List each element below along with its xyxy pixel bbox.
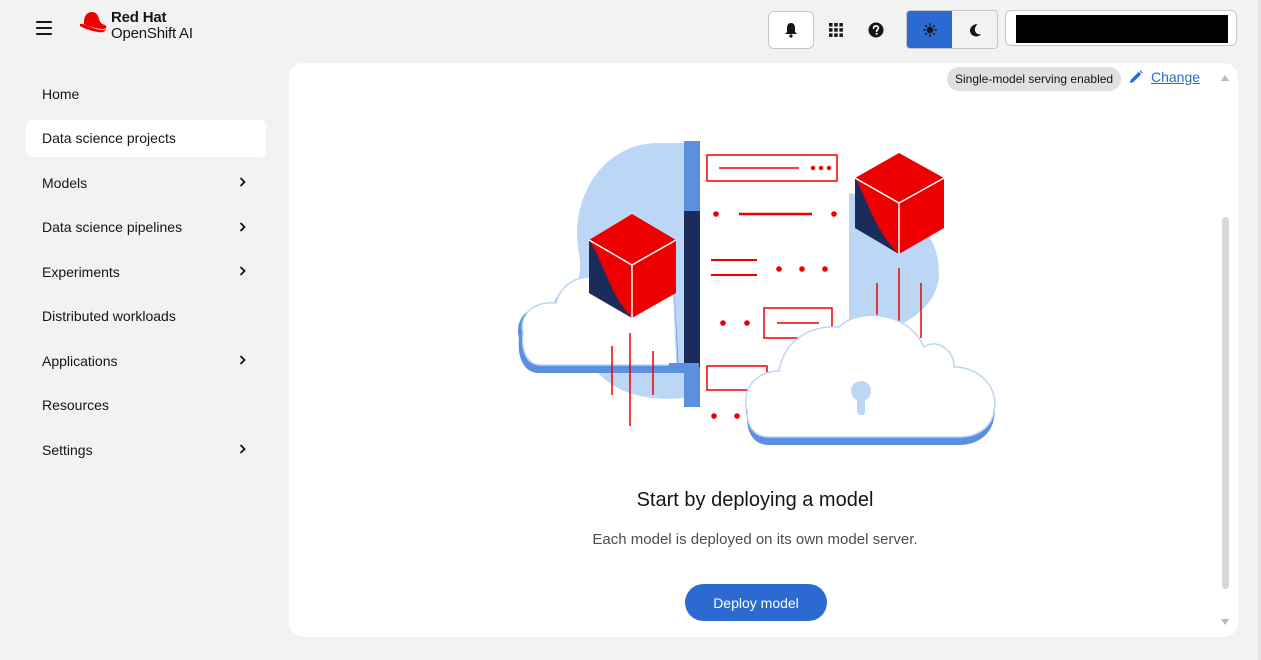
app-launcher-button[interactable] [814,12,858,48]
sidebar-item-data-science-projects[interactable]: Data science projects [26,119,266,157]
empty-state-title: Start by deploying a model [636,489,874,511]
header-toolbar [768,10,998,49]
empty-state-illustration [518,141,996,445]
scrollbar-thumb[interactable] [1222,217,1229,589]
sidebar-item-data-science-pipelines[interactable]: Data science pipelines [26,209,266,246]
sun-icon [922,22,937,37]
notifications-button[interactable] [768,10,814,49]
help-button[interactable] [854,12,898,48]
sidebar-item-resources[interactable]: Resources [26,387,266,424]
brand-logo[interactable]: Red Hat OpenShift AI [78,10,193,42]
sidebar-item-distributed-workloads[interactable]: Distributed workloads [26,298,266,335]
sidebar-item-label: Data science pipelines [42,219,183,235]
sidebar-item-models[interactable]: Models [26,164,266,201]
sidebar-nav: Home Data science projects Models Data s… [26,75,266,476]
pencil-icon [1130,70,1143,83]
sidebar-item-label: Applications [42,352,118,369]
brand-name: Red Hat [111,9,167,26]
grid-icon [829,22,843,37]
sidebar-item-label: Experiments [42,263,120,280]
masthead: Red Hat OpenShift AI [0,0,1261,62]
sidebar-item-label: Resources [42,397,109,413]
redacted-username [1016,15,1228,43]
deploy-model-button[interactable]: Deploy model [685,584,827,621]
theme-toggle [906,10,998,49]
scroll-down-icon[interactable] [1220,618,1230,626]
sidebar-item-home[interactable]: Home [26,75,266,112]
sidebar-item-experiments[interactable]: Experiments [26,253,266,290]
scroll-up-icon[interactable] [1220,74,1230,82]
sidebar-item-label: Distributed workloads [42,308,176,324]
sidebar-item-label: Data science projects [42,130,176,146]
chevron-right-icon [239,355,246,365]
sidebar-item-label: Settings [42,441,93,458]
sidebar-item-settings[interactable]: Settings [26,431,266,468]
chevron-right-icon [239,444,246,454]
sidebar-item-label: Models [42,174,88,191]
change-label: Change [1151,69,1201,85]
help-icon [868,22,884,37]
moon-icon [969,23,981,36]
empty-state-body: Each model is deployed on its own model … [592,531,918,548]
chevron-right-icon [239,177,246,187]
chevron-right-icon [239,266,246,276]
chevron-right-icon [239,221,246,232]
sidebar-item-label: Home [42,85,80,102]
sidebar-item-applications[interactable]: Applications [26,342,266,379]
change-serving-link[interactable]: Change [1129,69,1200,85]
serving-mode-badge: Single-model serving enabled [947,67,1122,91]
menu-icon[interactable] [36,21,52,35]
red-hat-icon [80,12,107,33]
main-panel: Single-model serving enabled Change Star… [289,63,1238,637]
user-menu[interactable] [1005,10,1237,46]
dark-theme-button[interactable] [952,11,997,48]
bell-icon [785,22,797,38]
product-name: OpenShift AI [111,25,193,42]
light-theme-button[interactable] [907,11,952,48]
